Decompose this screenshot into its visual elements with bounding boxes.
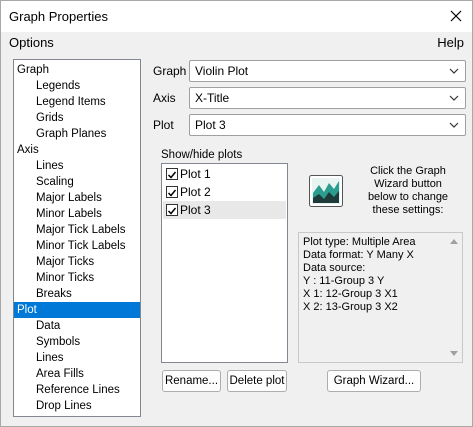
graph-select-value: Violin Plot: [195, 64, 249, 78]
chevron-down-icon: [449, 68, 459, 74]
plot-info-box: Plot type: Multiple Area Data format: Y …: [298, 232, 463, 363]
plot-row-label: Plot 1: [180, 167, 211, 181]
scroll-up-icon[interactable]: [450, 238, 458, 244]
graph-properties-dialog: Graph Properties Options Help Graph Legen…: [0, 0, 473, 427]
checkmark-icon: [167, 171, 177, 179]
axis-label: Axis: [153, 91, 176, 105]
wizard-text-line: below to change: [367, 191, 449, 203]
menu-options[interactable]: Options: [9, 35, 54, 50]
plot-label: Plot: [153, 118, 174, 132]
info-scrollbar[interactable]: [446, 233, 462, 362]
axis-select[interactable]: X-Title: [189, 87, 466, 109]
info-line: Data source:: [303, 262, 366, 274]
tree-item[interactable]: Drop Lines: [14, 398, 140, 414]
plot-checkbox[interactable]: [166, 186, 178, 198]
tree-item[interactable]: Legend Items: [14, 94, 140, 110]
checkmark-icon: [167, 189, 177, 197]
title-bar: Graph Properties: [1, 1, 472, 32]
graph-wizard-button[interactable]: Graph Wizard...: [327, 370, 421, 392]
info-line: X 2: 13-Group 3 X2: [303, 301, 398, 313]
tree-item[interactable]: Major Tick Labels: [14, 222, 140, 238]
graph-select[interactable]: Violin Plot: [189, 60, 466, 82]
plot-select-value: Plot 3: [195, 118, 226, 132]
chevron-down-icon: [449, 95, 459, 101]
tree-item[interactable]: Lines: [14, 158, 140, 174]
plot-select[interactable]: Plot 3: [189, 114, 466, 136]
graph-label: Graph: [153, 64, 187, 78]
menu-bar: Options Help: [1, 32, 472, 53]
plot-checkbox[interactable]: [166, 204, 178, 216]
wizard-text-line: these settings:: [372, 204, 444, 216]
info-line: X 1: 12-Group 3 X1: [303, 288, 398, 300]
tree-item[interactable]: Plot: [14, 302, 140, 318]
rename-button[interactable]: Rename...: [162, 370, 221, 392]
tree-item[interactable]: Reference Lines: [14, 382, 140, 398]
wizard-instructions: Click the Graph Wizard button below to c…: [353, 165, 463, 217]
wizard-text-line: Wizard button: [374, 178, 442, 190]
axis-select-value: X-Title: [195, 91, 230, 105]
scroll-down-icon[interactable]: [450, 351, 458, 357]
close-icon: [450, 10, 462, 22]
delete-plot-button[interactable]: Delete plot: [227, 370, 287, 392]
tree-item[interactable]: Minor Tick Labels: [14, 238, 140, 254]
graph-wizard-icon: [309, 175, 343, 207]
tree-item[interactable]: Major Labels: [14, 190, 140, 206]
tree-item[interactable]: Axis: [14, 142, 140, 158]
checkmark-icon: [167, 207, 177, 215]
tree-item[interactable]: Scaling: [14, 174, 140, 190]
plot-row-selected[interactable]: Plot 3: [163, 201, 286, 219]
tree-item[interactable]: Major Ticks: [14, 254, 140, 270]
close-button[interactable]: [444, 5, 468, 27]
chevron-down-icon: [449, 122, 459, 128]
menu-help[interactable]: Help: [437, 35, 464, 50]
tree-item[interactable]: Minor Labels: [14, 206, 140, 222]
show-hide-plots-heading: Show/hide plots: [161, 149, 243, 161]
tree-item[interactable]: Graph: [14, 62, 140, 78]
plot-row[interactable]: Plot 2: [163, 183, 286, 201]
tree-item[interactable]: Breaks: [14, 286, 140, 302]
tree-item[interactable]: Symbols: [14, 334, 140, 350]
tree-item[interactable]: Data: [14, 318, 140, 334]
category-tree[interactable]: Graph Legends Legend Items Grids Graph Plane…: [13, 59, 141, 417]
info-line: Plot type: Multiple Area: [303, 236, 416, 248]
plot-row-label: Plot 3: [180, 203, 211, 217]
tree-item[interactable]: Grids: [14, 110, 140, 126]
tree-item[interactable]: Area Fills: [14, 366, 140, 382]
plot-checkbox[interactable]: [166, 168, 178, 180]
tree-item[interactable]: Lines: [14, 350, 140, 366]
window-title: Graph Properties: [9, 9, 108, 24]
tree-item[interactable]: Minor Ticks: [14, 270, 140, 286]
info-line: Data format: Y Many X: [303, 249, 414, 261]
plots-listbox[interactable]: Plot 1 Plot 2 Plot 3: [161, 163, 288, 363]
tree-item[interactable]: Graph Planes: [14, 126, 140, 142]
plot-row-label: Plot 2: [180, 185, 211, 199]
tree-item[interactable]: Legends: [14, 78, 140, 94]
info-line: Y : 11-Group 3 Y: [303, 275, 385, 287]
wizard-text-line: Click the Graph: [370, 165, 446, 177]
plot-row[interactable]: Plot 1: [163, 165, 286, 183]
